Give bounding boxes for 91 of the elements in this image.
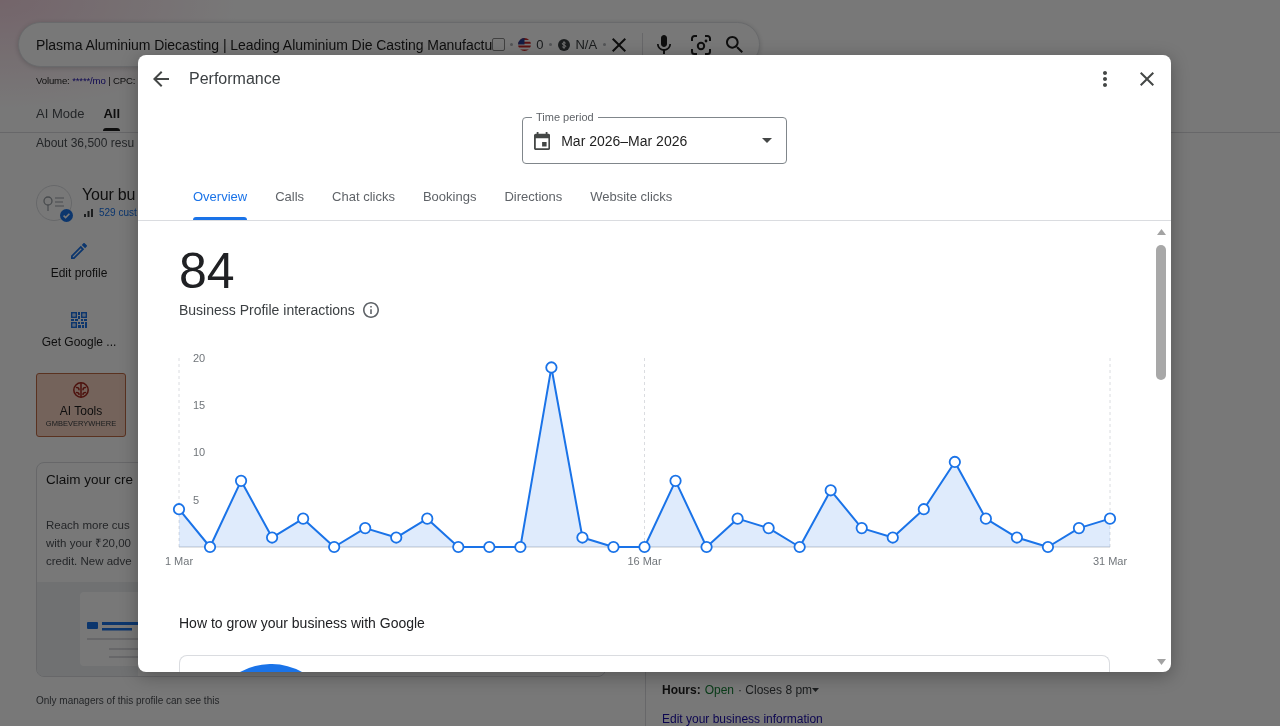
axis-label: 31 Mar <box>1092 555 1128 567</box>
keyword-stats: Volume: *****/mo | CPC: <box>36 75 136 87</box>
qr-code-icon <box>71 312 87 328</box>
search-query[interactable]: Plasma Aluminium Diecasting | Leading Aluminium Die Casting Manufactu <box>36 36 493 53</box>
data-point <box>297 512 310 525</box>
verified-badge-icon <box>60 209 73 222</box>
info-icon[interactable] <box>362 302 379 318</box>
metric-label: Business Profile interactions <box>179 301 355 320</box>
flag-value: 0 <box>536 37 544 52</box>
coin-value: N/A <box>575 37 598 52</box>
data-point <box>576 531 589 544</box>
data-point <box>1041 540 1055 554</box>
data-point <box>1010 531 1023 544</box>
data-point <box>669 474 682 487</box>
hours-label: Hours: <box>662 683 701 697</box>
data-point <box>1103 512 1117 525</box>
flag-icon <box>518 38 532 51</box>
card-title: Claim your cre <box>46 471 134 489</box>
open-status: Open <box>704 683 735 697</box>
data-point <box>979 512 992 525</box>
caret-icon <box>762 138 772 143</box>
close-icon[interactable] <box>612 37 627 52</box>
data-point <box>172 503 186 516</box>
bar-chart-icon <box>84 209 93 217</box>
axis-label: 16 Mar <box>627 555 662 567</box>
coin-icon <box>558 38 571 51</box>
calendar-icon <box>534 131 551 150</box>
edit-info-link[interactable]: Edit your business information <box>662 713 823 725</box>
axis-label: 1 Mar <box>164 555 194 567</box>
result-count: About 36,500 resu <box>36 135 135 151</box>
customers-link[interactable]: 529 cust <box>99 206 137 220</box>
note-text: Only managers of this profile can see this <box>36 694 220 708</box>
axis-label: 20 <box>193 351 206 364</box>
data-point <box>762 522 775 535</box>
total-value: 84 <box>179 246 235 296</box>
scroll-down-icon[interactable] <box>1156 659 1166 665</box>
data-point <box>328 540 341 554</box>
scrollbar-thumb[interactable] <box>1156 245 1166 380</box>
data-point <box>421 512 434 525</box>
section-heading: How to grow your business with Google <box>179 614 425 633</box>
search-tab[interactable]: All <box>103 98 121 131</box>
tab[interactable]: Website clicks <box>576 172 687 220</box>
axis-label: 15 <box>193 399 206 412</box>
data-point <box>607 540 620 554</box>
data-point <box>886 531 899 544</box>
field-label: Time period <box>532 111 598 124</box>
dialog-title: Performance <box>189 70 281 88</box>
scroll-up-icon[interactable] <box>1156 229 1166 235</box>
data-point <box>824 484 837 497</box>
camera-scan-icon[interactable] <box>691 34 712 55</box>
tab[interactable]: Directions <box>490 172 577 220</box>
data-point <box>700 540 713 554</box>
caret-icon[interactable] <box>812 688 820 692</box>
checkbox[interactable] <box>492 38 506 51</box>
brain-icon <box>73 382 89 398</box>
tab[interactable]: Calls <box>261 172 319 220</box>
data-point <box>390 531 403 544</box>
search-icon[interactable] <box>726 36 744 53</box>
data-point <box>266 531 279 544</box>
data-point <box>917 503 930 516</box>
data-point <box>545 361 558 374</box>
pencil-icon <box>71 243 87 259</box>
more-icon <box>1103 71 1107 87</box>
data-point <box>1072 522 1086 535</box>
data-point <box>514 540 527 554</box>
business-name: Your bu <box>82 185 136 205</box>
axis-label: 5 <box>193 493 200 506</box>
action-button[interactable]: Get Google ... <box>36 309 122 353</box>
tab[interactable]: Overview <box>179 172 262 220</box>
close-icon <box>1140 72 1154 86</box>
data-point <box>452 540 465 554</box>
data-point <box>234 474 248 487</box>
axis-label: 10 <box>193 446 206 459</box>
closing-time: · Closes 8 pm <box>738 683 813 697</box>
tab[interactable]: Chat clicks <box>318 172 409 220</box>
data-point <box>359 522 372 535</box>
mic-icon[interactable] <box>657 35 672 54</box>
logo-icon <box>36 185 72 221</box>
data-point <box>203 540 217 554</box>
data-point <box>793 540 806 554</box>
data-point <box>483 540 496 554</box>
tab[interactable]: Bookings <box>408 172 491 220</box>
data-point <box>731 512 744 525</box>
back-arrow-icon <box>153 71 169 87</box>
card-text: Reach more cus with your ₹20,00 credit. New adve <box>46 518 132 569</box>
volume-link[interactable]: *****/mo <box>72 75 106 86</box>
data-point <box>855 522 868 535</box>
data-point <box>638 540 651 554</box>
search-tab[interactable]: AI Mode <box>36 98 85 131</box>
data-point <box>948 455 961 469</box>
action-button[interactable]: Edit profile <box>36 240 122 284</box>
